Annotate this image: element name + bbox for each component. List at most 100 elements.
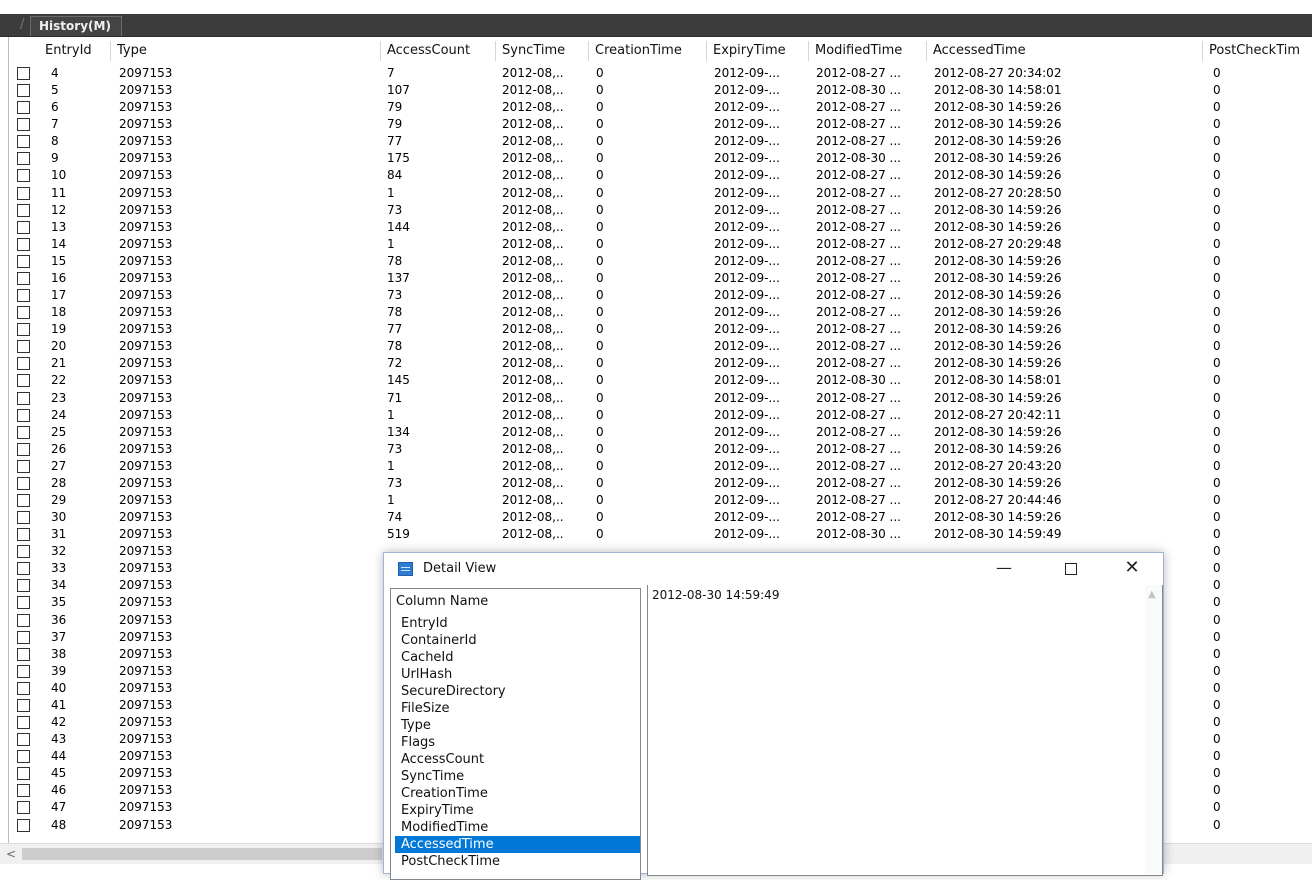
- row-checkbox[interactable]: [17, 596, 30, 610]
- row-checkbox[interactable]: [17, 784, 30, 798]
- column-header[interactable]: Type: [111, 41, 381, 61]
- list-item[interactable]: PostCheckTime: [395, 853, 640, 870]
- row-checkbox[interactable]: [17, 545, 30, 559]
- scrollbar-thumb[interactable]: [22, 848, 382, 860]
- table-row[interactable]: 8 2097153 77 2012-08,.. 0 2012-09-... 2012-08-…: [9, 133, 1312, 150]
- table-row[interactable]: 23 2097153 71 2012-08,.. 0 2012-09-... 2012-08…: [9, 390, 1312, 407]
- table-row[interactable]: 17 2097153 73 2012-08,.. 0 2012-09-... 2012-08…: [9, 287, 1312, 304]
- list-item[interactable]: SyncTime: [395, 768, 640, 785]
- table-row[interactable]: 24 2097153 1 2012-08,.. 0 2012-09-... 2012-08-…: [9, 407, 1312, 424]
- row-checkbox[interactable]: [17, 733, 30, 747]
- list-item[interactable]: UrlHash: [395, 666, 640, 683]
- row-checkbox[interactable]: [17, 494, 30, 507]
- row-checkbox[interactable]: [17, 630, 30, 644]
- table-row[interactable]: 21 2097153 72 2012-08,.. 0 2012-09-... 2012-08…: [9, 355, 1312, 372]
- table-row[interactable]: 27 2097153 1 2012-08,.. 0 2012-09-... 2012-08-…: [9, 458, 1312, 475]
- column-header[interactable]: AccessedTime: [927, 41, 1203, 61]
- row-checkbox[interactable]: [17, 289, 30, 303]
- table-row[interactable]: 4 2097153 7 2012-08,.. 0 2012-09-... 2012-08-2…: [9, 65, 1312, 82]
- row-checkbox[interactable]: [17, 84, 30, 98]
- row-checkbox[interactable]: [17, 562, 30, 576]
- row-checkbox[interactable]: [17, 750, 30, 764]
- table-row[interactable]: 10 2097153 84 2012-08,.. 0 2012-09-... 2012-08…: [9, 167, 1312, 184]
- row-checkbox[interactable]: [17, 237, 30, 251]
- table-row[interactable]: 25 2097153 134 2012-08,.. 0 2012-09-... 2012-0…: [9, 424, 1312, 441]
- row-checkbox[interactable]: [17, 425, 30, 439]
- list-item[interactable]: CreationTime: [395, 785, 640, 802]
- list-item[interactable]: ModifiedTime: [395, 819, 640, 836]
- column-header[interactable]: PostCheckTim: [1203, 41, 1312, 61]
- table-row[interactable]: 14 2097153 1 2012-08,.. 0 2012-09-... 2012-08-…: [9, 236, 1312, 253]
- table-row[interactable]: 12 2097153 73 2012-08,.. 0 2012-09-... 2012-08…: [9, 202, 1312, 219]
- row-checkbox[interactable]: [17, 408, 30, 422]
- row-checkbox[interactable]: [17, 459, 30, 473]
- table-row[interactable]: 11 2097153 1 2012-08,.. 0 2012-09-... 2012-08-…: [9, 185, 1312, 202]
- column-name-list[interactable]: Column Name EntryId ContainerId CacheId Url…: [390, 588, 641, 880]
- table-row[interactable]: 31 2097153 519 2012-08,.. 0 2012-09-... 2012-0…: [9, 526, 1312, 543]
- row-checkbox[interactable]: [17, 323, 30, 337]
- table-row[interactable]: 9 2097153 175 2012-08,.. 0 2012-09-... 2012-08…: [9, 150, 1312, 167]
- row-checkbox[interactable]: [17, 511, 30, 525]
- row-checkbox[interactable]: [17, 169, 30, 183]
- list-item[interactable]: SecureDirectory: [395, 683, 640, 700]
- column-header[interactable]: ExpiryTime: [707, 41, 809, 61]
- row-checkbox[interactable]: [17, 152, 30, 166]
- row-checkbox[interactable]: [17, 186, 30, 200]
- table-row[interactable]: 22 2097153 145 2012-08,.. 0 2012-09-... 2012-0…: [9, 372, 1312, 389]
- dialog-title-bar[interactable]: Detail View — ✕: [384, 553, 1163, 585]
- table-row[interactable]: 30 2097153 74 2012-08,.. 0 2012-09-... 2012-08…: [9, 509, 1312, 526]
- minimize-button[interactable]: —: [981, 553, 1027, 585]
- column-header[interactable]: CreationTime: [589, 41, 707, 61]
- list-item[interactable]: FileSize: [395, 700, 640, 717]
- list-item[interactable]: CacheId: [395, 649, 640, 666]
- list-item[interactable]: AccessCount: [395, 751, 640, 768]
- table-row[interactable]: 13 2097153 144 2012-08,.. 0 2012-09-... 2012-0…: [9, 219, 1312, 236]
- table-row[interactable]: 29 2097153 1 2012-08,.. 0 2012-09-... 2012-08-…: [9, 492, 1312, 509]
- list-item[interactable]: ContainerId: [395, 632, 640, 649]
- list-item[interactable]: Flags: [395, 734, 640, 751]
- row-checkbox[interactable]: [17, 613, 30, 627]
- row-checkbox[interactable]: [17, 340, 30, 354]
- row-checkbox[interactable]: [17, 681, 30, 695]
- table-row[interactable]: 28 2097153 73 2012-08,.. 0 2012-09-... 2012-08…: [9, 475, 1312, 492]
- row-checkbox[interactable]: [17, 528, 30, 542]
- row-checkbox[interactable]: [17, 579, 30, 593]
- table-row[interactable]: 7 2097153 79 2012-08,.. 0 2012-09-... 2012-08-…: [9, 116, 1312, 133]
- maximize-button[interactable]: [1048, 553, 1094, 585]
- row-checkbox[interactable]: [17, 357, 30, 371]
- row-checkbox[interactable]: [17, 767, 30, 781]
- row-checkbox[interactable]: [17, 818, 30, 832]
- table-row[interactable]: 20 2097153 78 2012-08,.. 0 2012-09-... 2012-08…: [9, 338, 1312, 355]
- row-checkbox[interactable]: [17, 271, 30, 285]
- value-text-area[interactable]: 2012-08-30 14:59:49 ▲: [647, 585, 1163, 876]
- row-checkbox[interactable]: [17, 101, 30, 115]
- table-row[interactable]: 16 2097153 137 2012-08,.. 0 2012-09-... 2012-0…: [9, 270, 1312, 287]
- scroll-left-arrow[interactable]: <: [4, 844, 18, 864]
- row-checkbox[interactable]: [17, 135, 30, 149]
- row-checkbox[interactable]: [17, 647, 30, 661]
- column-header[interactable]: SyncTime: [496, 41, 589, 61]
- value-scrollbar[interactable]: ▲: [1145, 585, 1162, 875]
- table-row[interactable]: 15 2097153 78 2012-08,.. 0 2012-09-... 2012-08…: [9, 253, 1312, 270]
- row-checkbox[interactable]: [17, 254, 30, 268]
- column-header[interactable]: ModifiedTime: [809, 41, 927, 61]
- row-checkbox[interactable]: [17, 716, 30, 730]
- row-checkbox[interactable]: [17, 374, 30, 388]
- row-checkbox[interactable]: [17, 67, 30, 80]
- table-row[interactable]: 5 2097153 107 2012-08,.. 0 2012-09-... 2012-08…: [9, 82, 1312, 99]
- list-item[interactable]: ExpiryTime: [395, 802, 640, 819]
- table-row[interactable]: 18 2097153 78 2012-08,.. 0 2012-09-... 2012-08…: [9, 304, 1312, 321]
- row-checkbox[interactable]: [17, 391, 30, 405]
- row-checkbox[interactable]: [17, 664, 30, 678]
- row-checkbox[interactable]: [17, 220, 30, 234]
- table-row[interactable]: 6 2097153 79 2012-08,.. 0 2012-09-... 2012-08-…: [9, 99, 1312, 116]
- row-checkbox[interactable]: [17, 698, 30, 712]
- column-header[interactable]: EntryId: [39, 41, 111, 61]
- row-checkbox[interactable]: [17, 442, 30, 456]
- table-row[interactable]: 26 2097153 73 2012-08,.. 0 2012-09-... 2012-08…: [9, 441, 1312, 458]
- list-item[interactable]: EntryId: [395, 615, 640, 632]
- close-button[interactable]: ✕: [1109, 553, 1155, 585]
- row-checkbox[interactable]: [17, 306, 30, 320]
- row-checkbox[interactable]: [17, 118, 30, 132]
- row-checkbox[interactable]: [17, 203, 30, 217]
